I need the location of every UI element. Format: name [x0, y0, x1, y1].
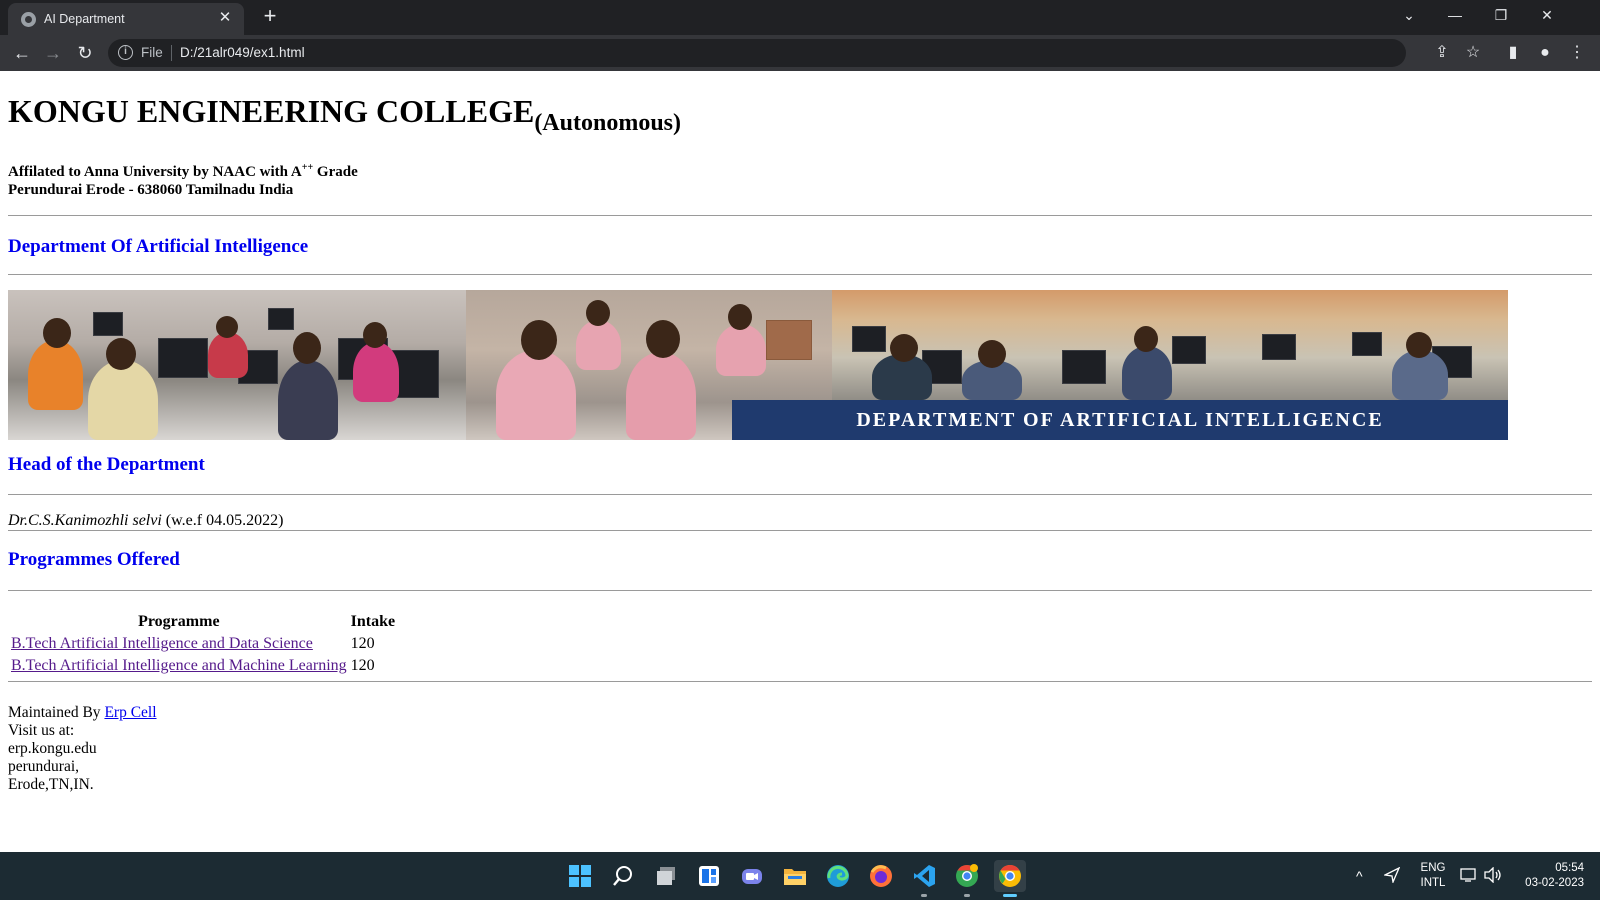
- address-divider: [171, 45, 172, 61]
- network-icon[interactable]: [1460, 867, 1478, 888]
- new-tab-button[interactable]: +: [258, 4, 282, 28]
- department-heading: Department Of Artificial Intelligence: [8, 236, 309, 257]
- programme-link-aids[interactable]: B.Tech Artificial Intelligence and Data …: [11, 635, 313, 652]
- address-bar[interactable]: i File D:/21alr049/ex1.html: [108, 39, 1406, 67]
- footer-address-line: Erode,TN,IN.: [8, 776, 94, 793]
- clock-time: 05:54: [1555, 862, 1584, 874]
- footer-address-line: perundurai,: [8, 758, 80, 775]
- bookmark-star-icon[interactable]: ☆: [1461, 41, 1485, 65]
- college-title: KONGU ENGINEERING COLLEGE(Autonomous): [8, 93, 681, 137]
- share-icon[interactable]: ⇪: [1430, 41, 1454, 65]
- restore-button[interactable]: ❐: [1478, 0, 1524, 30]
- edge-icon[interactable]: [822, 860, 854, 892]
- intake-cell: 120: [350, 657, 375, 674]
- address-line: Perundurai Erode - 638060 Tamilnadu Indi…: [8, 182, 294, 198]
- file-explorer-icon[interactable]: [779, 860, 811, 892]
- profile-icon[interactable]: ●: [1533, 41, 1557, 65]
- grade-superscript: ++: [301, 162, 314, 173]
- menu-icon[interactable]: ⋮: [1565, 41, 1589, 65]
- search-icon[interactable]: [607, 860, 639, 892]
- hod-heading: Head of the Department: [8, 454, 205, 475]
- teams-chat-icon[interactable]: [736, 860, 768, 892]
- browser-tab-active[interactable]: AI Department ✕: [8, 3, 244, 35]
- hod-line: Dr.C.S.Kanimozhli selvi (w.e.f 04.05.202…: [8, 512, 283, 530]
- college-name: KONGU ENGINEERING COLLEGE: [8, 93, 535, 129]
- reload-button[interactable]: ↻: [73, 41, 97, 65]
- table-header-row: Programme Intake: [10, 612, 396, 632]
- widgets-icon[interactable]: [693, 860, 725, 892]
- volume-icon[interactable]: [1484, 866, 1502, 888]
- site-info-icon[interactable]: i: [118, 45, 133, 60]
- url-text[interactable]: D:/21alr049/ex1.html: [180, 45, 305, 60]
- programme-cell: B.Tech Artificial Intelligence and Machi…: [10, 656, 348, 676]
- hod-since: (w.e.f 04.05.2022): [161, 512, 284, 529]
- clock-date: 03-02-2023: [1525, 877, 1584, 889]
- start-icon[interactable]: [564, 860, 596, 892]
- browser-title-bar: AI Department ✕ + ⌄ — ❐ ✕: [0, 0, 1600, 35]
- vscode-icon[interactable]: [908, 860, 940, 897]
- hod-name: Dr.C.S.Kanimozhli selvi: [8, 512, 162, 529]
- affiliation-text: Affilated to Anna University by NAAC wit…: [8, 164, 302, 180]
- close-window-button[interactable]: ✕: [1524, 0, 1570, 30]
- banner-lab-photo-1: [8, 290, 466, 440]
- tab-search-button[interactable]: ⌄: [1386, 0, 1432, 30]
- affiliation-grade-text: Grade: [313, 164, 358, 180]
- location-icon[interactable]: [1382, 866, 1401, 888]
- forward-button[interactable]: →: [41, 41, 65, 65]
- column-header-intake: Intake: [350, 613, 396, 630]
- show-hidden-icons-chevron[interactable]: ^: [1356, 867, 1363, 885]
- divider: [8, 590, 1592, 591]
- maintained-by-line: Maintained By Erp Cell: [8, 704, 157, 722]
- running-indicator: [921, 894, 927, 897]
- clock[interactable]: 05:54 03-02-2023: [1508, 861, 1584, 891]
- page-viewport: KONGU ENGINEERING COLLEGE(Autonomous) Af…: [0, 71, 1600, 852]
- programmes-table: Programme Intake B.Tech Artificial Intel…: [8, 610, 398, 678]
- department-banner-image: DEPARTMENT OF ARTIFICIAL INTELLIGENCE: [8, 290, 1508, 440]
- task-view-icon[interactable]: [650, 860, 682, 892]
- scheme-label: File: [141, 45, 163, 60]
- divider: [8, 681, 1592, 682]
- windows-taskbar: ^ ENG INTL 05:54 03-02-2023: [0, 852, 1600, 900]
- erp-cell-link[interactable]: Erp Cell: [104, 704, 156, 721]
- browser-toolbar: ← → ↻ i File D:/21alr049/ex1.html ⇪ ☆ ▮ …: [0, 35, 1600, 71]
- tab-close-icon[interactable]: ✕: [216, 9, 234, 27]
- visit-label: Visit us at:: [8, 722, 75, 739]
- back-button[interactable]: ←: [10, 41, 34, 65]
- running-indicator: [964, 894, 970, 897]
- banner-caption-band: DEPARTMENT OF ARTIFICIAL INTELLIGENCE: [732, 400, 1508, 440]
- maintained-by-label: Maintained By: [8, 704, 105, 721]
- running-indicator: [1003, 894, 1017, 897]
- divider: [8, 215, 1592, 216]
- affiliation-block: Affilated to Anna University by NAAC wit…: [8, 159, 358, 199]
- page-footer: Maintained By Erp Cell Visit us at: erp.…: [8, 704, 157, 794]
- banner-caption: DEPARTMENT OF ARTIFICIAL INTELLIGENCE: [856, 408, 1384, 431]
- programme-link-aiml[interactable]: B.Tech Artificial Intelligence and Machi…: [11, 657, 347, 674]
- divider: [8, 530, 1592, 531]
- chrome-icon[interactable]: [994, 860, 1026, 897]
- college-suffix: (Autonomous): [534, 110, 681, 136]
- keyboard-layout: INTL: [1420, 877, 1446, 889]
- tab-title: AI Department: [44, 12, 125, 26]
- programmes-heading: Programmes Offered: [8, 549, 180, 570]
- language-indicator[interactable]: ENG INTL: [1416, 861, 1450, 891]
- chrome-profile-icon[interactable]: [951, 860, 983, 897]
- divider: [8, 274, 1592, 275]
- table-row: B.Tech Artificial Intelligence and Machi…: [10, 656, 396, 676]
- table-row: B.Tech Artificial Intelligence and Data …: [10, 634, 396, 654]
- divider: [8, 494, 1592, 495]
- column-header-programme: Programme: [138, 613, 220, 630]
- footer-address-line: erp.kongu.edu: [8, 740, 97, 757]
- language-code: ENG: [1420, 862, 1446, 874]
- affiliation-line: Affilated to Anna University by NAAC wit…: [8, 159, 358, 181]
- minimize-button[interactable]: —: [1432, 0, 1478, 30]
- programme-cell: B.Tech Artificial Intelligence and Data …: [10, 634, 348, 654]
- globe-icon: [21, 12, 36, 27]
- firefox-icon[interactable]: [865, 860, 897, 892]
- side-panel-icon[interactable]: ▮: [1501, 41, 1525, 65]
- intake-cell: 120: [350, 635, 375, 652]
